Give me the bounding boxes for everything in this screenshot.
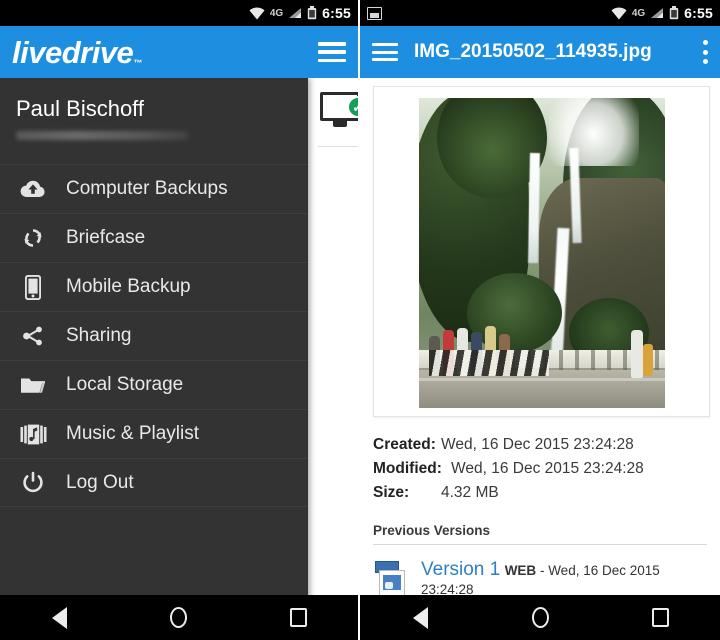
metadata-row-created: Created: Wed, 16 Dec 2015 23:24:28 — [373, 433, 720, 457]
power-icon — [16, 468, 50, 498]
home-icon[interactable] — [159, 603, 199, 633]
music-icon — [16, 419, 50, 449]
hamburger-bar — [372, 43, 398, 46]
photo-icon — [367, 6, 382, 20]
network-type-label: 4G — [631, 7, 646, 19]
left-app-bar: livedrive™ — [0, 26, 358, 78]
user-name: Paul Bischoff — [16, 96, 145, 121]
previous-versions-heading: Previous Versions — [373, 523, 707, 546]
left-content-area: ✓ Paul Bischoff Computer Backups Briefca… — [0, 78, 358, 640]
metadata-key: Size: — [373, 484, 410, 502]
wifi-icon — [611, 7, 627, 19]
metadata-key: Modified: — [373, 460, 442, 478]
metadata-value: 4.32 MB — [441, 484, 499, 502]
kebab-dot — [702, 49, 708, 55]
sidebar-item-computer-backups[interactable]: Computer Backups — [0, 164, 308, 213]
folder-icon — [16, 370, 50, 400]
metadata-row-size: Size: 4.32 MB — [373, 481, 720, 505]
recents-icon[interactable] — [640, 603, 680, 633]
signal-icon — [289, 8, 302, 18]
status-right-icons: 4G 6:55 — [249, 5, 351, 21]
sidebar-item-label: Local Storage — [66, 374, 184, 395]
version-source: WEB — [504, 563, 537, 579]
dual-screenshot: 4G 6:55 livedrive™ ✓ Paul Bischoff Compu… — [0, 0, 720, 640]
right-android-nav-bar — [360, 595, 720, 640]
kebab-menu-icon[interactable] — [702, 40, 708, 64]
wifi-icon — [249, 7, 265, 19]
hamburger-bar — [372, 58, 398, 61]
left-phone-screen: 4G 6:55 livedrive™ ✓ Paul Bischoff Compu… — [0, 0, 360, 640]
battery-icon — [669, 6, 679, 20]
battery-icon — [307, 6, 317, 20]
status-right-icons: 4G 6:55 — [611, 5, 713, 21]
right-app-bar: IMG_20150502_114935.jpg — [360, 26, 720, 78]
hamburger-bar — [318, 42, 346, 46]
sidebar-item-label: Sharing — [66, 325, 132, 346]
left-android-nav-bar — [0, 595, 358, 640]
left-status-bar: 4G 6:55 — [0, 0, 358, 26]
metadata-value: Wed, 16 Dec 2015 23:24:28 — [451, 460, 644, 478]
computer-backup-status-icon[interactable]: ✓ — [320, 92, 358, 136]
sidebar-item-briefcase[interactable]: Briefcase — [0, 213, 308, 262]
list-item[interactable]: Version 1 WEB - Wed, 16 Dec 2015 23:24:2… — [360, 545, 720, 599]
clock-label: 6:55 — [322, 5, 351, 21]
right-status-bar: 4G 6:55 — [360, 0, 720, 26]
hamburger-icon[interactable] — [372, 43, 398, 61]
clock-label: 6:55 — [684, 5, 713, 21]
back-icon[interactable] — [40, 603, 80, 633]
drawer-menu-list: Computer Backups Briefcase Mobile Backup… — [0, 164, 308, 507]
sidebar-item-log-out[interactable]: Log Out — [0, 458, 308, 507]
sidebar-item-label: Music & Playlist — [66, 423, 200, 444]
navigation-drawer: Paul Bischoff Computer Backups Briefcase… — [0, 78, 308, 640]
cloud-upload-icon — [16, 174, 50, 204]
phone-icon — [16, 272, 50, 302]
user-email-redacted — [16, 131, 188, 140]
sidebar-item-local-storage[interactable]: Local Storage — [0, 360, 308, 409]
metadata-row-modified: Modified: Wed, 16 Dec 2015 23:24:28 — [373, 457, 720, 481]
share-icon — [16, 321, 50, 351]
sidebar-item-label: Mobile Backup — [66, 276, 191, 297]
recents-icon[interactable] — [278, 603, 318, 633]
logo-text: livedrive — [12, 34, 134, 70]
list-divider — [318, 146, 358, 147]
page-title: IMG_20150502_114935.jpg — [414, 41, 652, 62]
kebab-dot — [702, 59, 708, 64]
sidebar-item-label: Log Out — [66, 471, 134, 493]
image-version-icon — [373, 560, 409, 597]
sidebar-item-mobile-backup[interactable]: Mobile Backup — [0, 262, 308, 311]
version-title-link[interactable]: Version 1 — [421, 559, 500, 580]
metadata-value: Wed, 16 Dec 2015 23:24:28 — [441, 436, 634, 453]
trademark-mark: ™ — [133, 57, 142, 68]
photo-preview-card[interactable] — [373, 86, 710, 417]
back-icon[interactable] — [400, 603, 440, 633]
version-text-block: Version 1 WEB - Wed, 16 Dec 2015 23:24:2… — [421, 559, 707, 599]
right-phone-screen: 4G 6:55 IMG_20150502_114935.jpg Created:… — [360, 0, 720, 640]
file-metadata: Created: Wed, 16 Dec 2015 23:24:28 Modif… — [360, 417, 720, 505]
hamburger-icon[interactable] — [318, 42, 346, 62]
metadata-key: Created: — [373, 436, 436, 453]
drawer-header: Paul Bischoff — [0, 78, 308, 146]
kebab-dot — [702, 40, 708, 45]
file-details-content: Created: Wed, 16 Dec 2015 23:24:28 Modif… — [360, 78, 720, 640]
version-separator: - — [536, 563, 549, 579]
sidebar-item-music-playlist[interactable]: Music & Playlist — [0, 409, 308, 458]
home-icon[interactable] — [520, 603, 560, 633]
sidebar-item-sharing[interactable]: Sharing — [0, 311, 308, 360]
waterfall-photo-thumbnail — [418, 98, 665, 408]
network-type-label: 4G — [269, 7, 284, 19]
livedrive-logo: livedrive™ — [12, 37, 142, 68]
sync-refresh-icon — [16, 223, 50, 253]
hamburger-bar — [318, 50, 346, 54]
signal-icon — [651, 8, 664, 18]
hamburger-bar — [372, 50, 398, 54]
sidebar-item-label: Briefcase — [66, 227, 146, 248]
hamburger-bar — [318, 58, 346, 62]
sidebar-item-label: Computer Backups — [66, 178, 228, 199]
status-left-icons — [367, 6, 611, 20]
